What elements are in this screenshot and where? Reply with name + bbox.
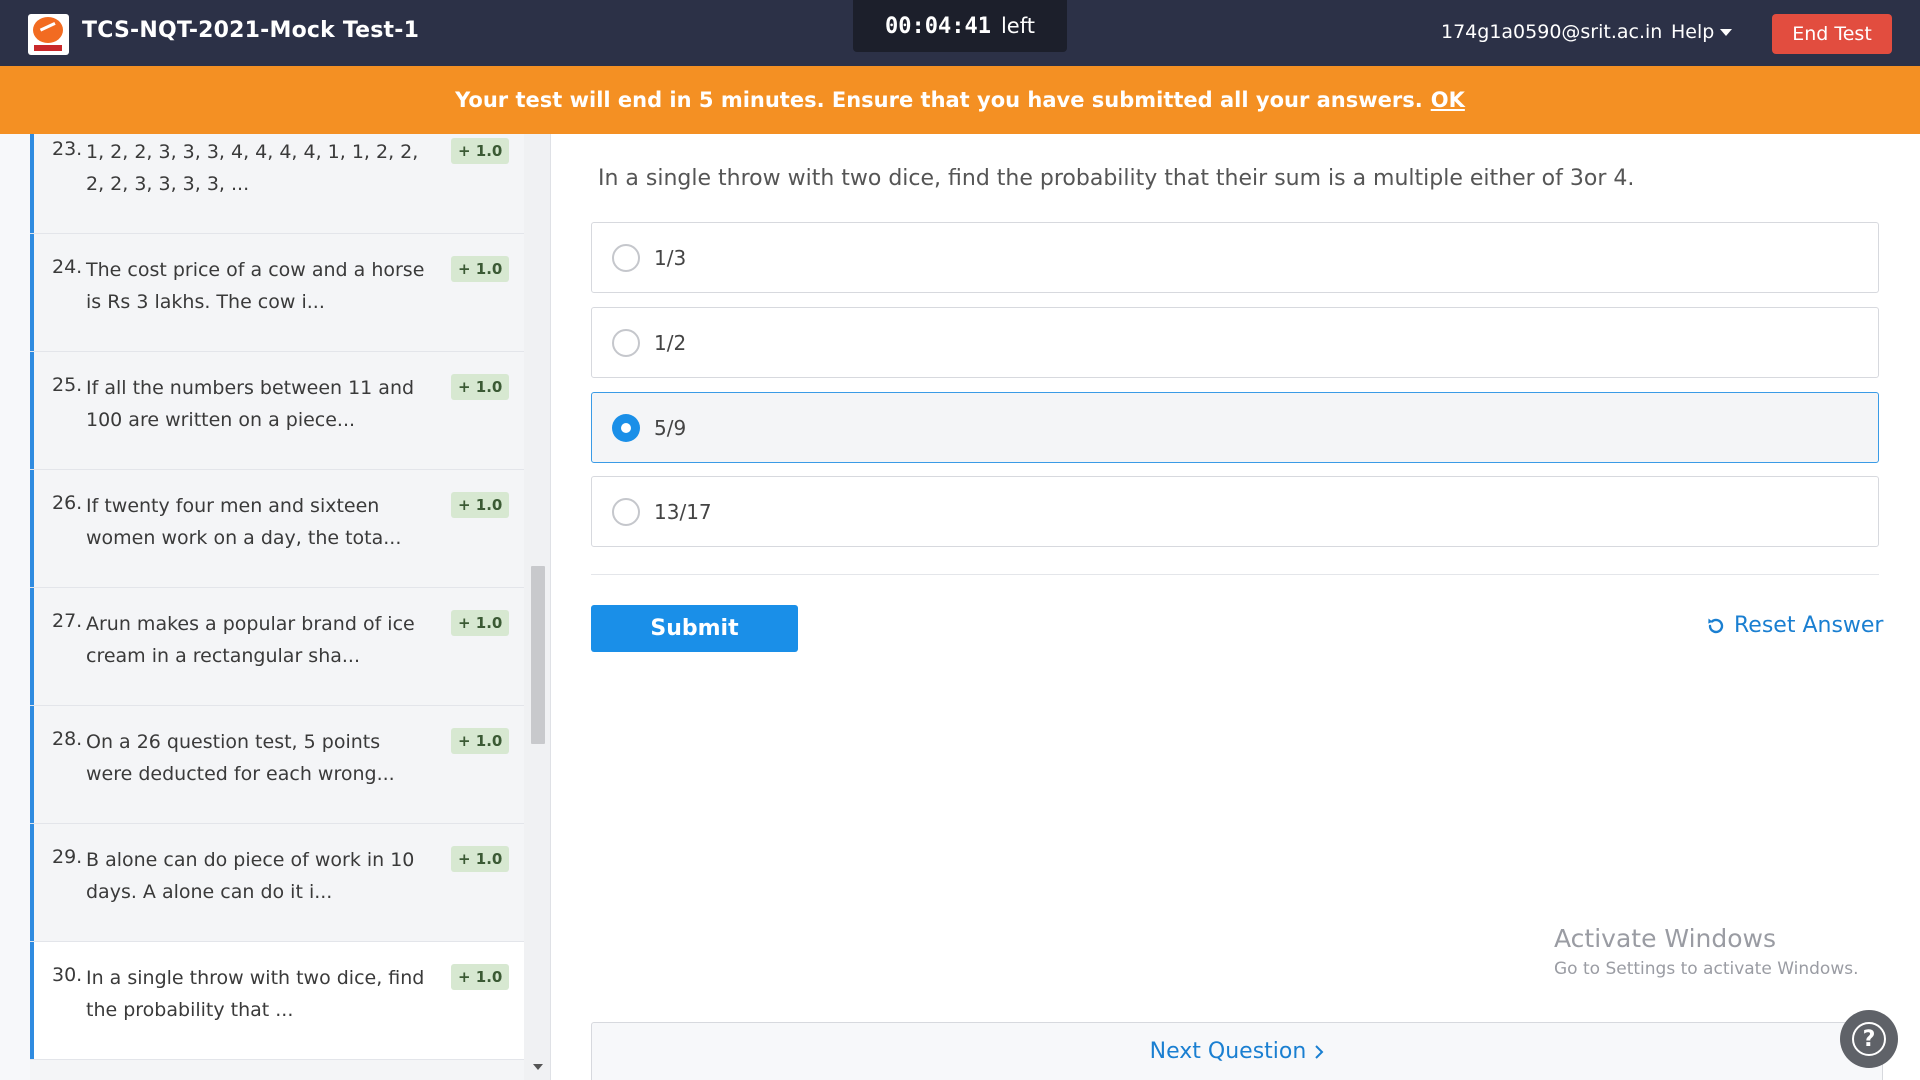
timer-value: 00:04:41 [885,13,991,39]
question-preview: In a single throw with two dice, find th… [86,967,425,1021]
question-list: 23. 1, 2, 2, 3, 3, 3, 4, 4, 4, 4, 1, 1, … [30,134,524,1080]
help-label: Help [1671,21,1715,43]
question-number: 29. [52,846,83,868]
option-1[interactable]: 1/3 [591,222,1879,293]
marks-badge: + 1.0 [451,256,510,282]
radio-button[interactable] [612,243,640,272]
list-item[interactable]: 29. B alone can do piece of work in 10 d… [30,824,524,942]
top-bar: TCS-NQT-2021-Mock Test-1 00:04:41 left 1… [0,0,1920,66]
sidebar-scrollbar[interactable] [524,134,550,1080]
item-accent-bar [30,942,34,1059]
chevron-right-icon [1315,1044,1324,1059]
question-preview: B alone can do piece of work in 10 days.… [86,849,415,903]
windows-watermark-title: Activate Windows [1554,924,1776,953]
warning-banner: Your test will end in 5 minutes. Ensure … [0,66,1920,134]
list-item[interactable]: 26. If twenty four men and sixteen women… [30,470,524,588]
question-number: 24. [52,256,83,278]
countdown-timer: 00:04:41 left [853,0,1067,52]
item-accent-bar [30,706,34,823]
marks-badge: + 1.0 [451,964,510,990]
item-accent-bar [30,588,34,705]
question-number: 25. [52,374,83,396]
option-label: 1/2 [654,330,687,355]
question-preview: 1, 2, 2, 3, 3, 3, 4, 4, 4, 4, 1, 1, 2, 2… [86,141,419,195]
item-accent-bar [30,352,34,469]
list-item[interactable]: 24. The cost price of a cow and a horse … [30,234,524,352]
option-label: 1/3 [654,245,687,270]
timer-suffix: left [1000,14,1035,38]
end-test-button[interactable]: End Test [1772,14,1892,54]
caret-down-icon [1720,28,1733,36]
next-question-label: Next Question [1149,1039,1307,1064]
user-email: 174g1a0590@srit.ac.in [1441,21,1663,43]
item-accent-bar [30,824,34,941]
question-number: 23. [52,138,83,160]
item-accent-bar [30,134,34,233]
item-accent-bar [30,470,34,587]
submit-button[interactable]: Submit [591,605,798,652]
marks-badge: + 1.0 [451,374,510,400]
reset-answer-label: Reset Answer [1734,613,1884,638]
question-preview: On a 26 question test, 5 points were ded… [86,731,395,785]
warning-message: Your test will end in 5 minutes. Ensure … [455,88,1423,112]
scrollbar-thumb[interactable] [531,566,545,744]
marks-badge: + 1.0 [451,138,510,164]
help-fab-button[interactable]: ? [1840,1010,1898,1068]
option-3-selected[interactable]: 5/9 [591,392,1879,463]
question-text: In a single throw with two dice, find th… [598,166,1635,191]
question-preview: Arun makes a popular brand of ice cream … [86,613,415,667]
marks-badge: + 1.0 [451,492,510,518]
list-item[interactable]: 23. 1, 2, 2, 3, 3, 3, 4, 4, 4, 4, 1, 1, … [30,134,524,234]
list-item-active[interactable]: 30. In a single throw with two dice, fin… [30,942,524,1060]
question-preview: If all the numbers between 11 and 100 ar… [86,377,415,431]
reset-icon [1708,618,1724,633]
question-preview: The cost price of a cow and a horse is R… [86,259,425,313]
option-2[interactable]: 1/2 [591,307,1879,378]
item-accent-bar [30,234,34,351]
list-item[interactable]: 28. On a 26 question test, 5 points were… [30,706,524,824]
radio-button[interactable] [612,328,640,357]
question-icon: ? [1852,1022,1886,1056]
question-preview: If twenty four men and sixteen women wor… [86,495,402,549]
option-4[interactable]: 13/17 [591,476,1879,547]
separator [591,574,1879,575]
next-question-button[interactable]: Next Question [591,1022,1883,1080]
radio-button-checked[interactable] [612,413,640,442]
scroll-down-arrow-icon[interactable] [533,1064,543,1070]
warning-ok-link[interactable]: OK [1431,88,1465,112]
marks-badge: + 1.0 [451,610,510,636]
question-number: 26. [52,492,83,514]
option-label: 5/9 [654,415,687,440]
question-number: 28. [52,728,83,750]
reset-answer-button[interactable]: Reset Answer [1706,613,1883,638]
marks-badge: + 1.0 [451,846,510,872]
list-item[interactable]: 25. If all the numbers between 11 and 10… [30,352,524,470]
question-number: 27. [52,610,83,632]
logo-icon [28,14,69,55]
radio-button[interactable] [612,497,640,526]
list-item[interactable]: 27. Arun makes a popular brand of ice cr… [30,588,524,706]
windows-watermark-subtitle: Go to Settings to activate Windows. [1554,959,1859,979]
help-menu[interactable]: Help [1671,21,1733,43]
marks-badge: + 1.0 [451,728,510,754]
question-number: 30. [52,964,83,986]
option-label: 13/17 [654,499,712,524]
test-title: TCS-NQT-2021-Mock Test-1 [82,18,420,43]
